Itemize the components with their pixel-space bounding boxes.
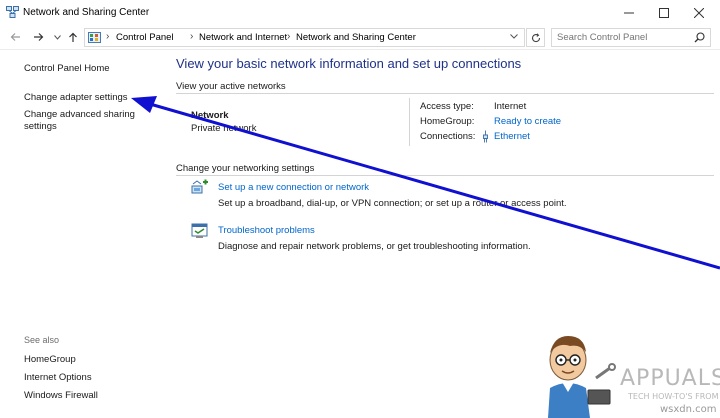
active-networks-heading: View your active networks xyxy=(176,81,286,92)
refresh-icon xyxy=(531,32,540,42)
chevron-down-icon xyxy=(510,34,518,39)
ethernet-link[interactable]: Ethernet xyxy=(494,131,530,142)
recent-locations-button[interactable] xyxy=(50,30,64,44)
address-row: › Control Panel › Network and Internet ›… xyxy=(0,25,720,50)
up-arrow-icon xyxy=(69,32,77,42)
network-type: Private network xyxy=(191,123,257,134)
troubleshoot-description: Diagnose and repair network problems, or… xyxy=(218,241,531,252)
address-box[interactable]: › Control Panel › Network and Internet ›… xyxy=(84,28,525,47)
connections-label: Connections: xyxy=(420,131,476,142)
section-divider xyxy=(176,93,714,94)
sidebar-item-homegroup[interactable]: HomeGroup xyxy=(24,354,76,366)
window-title: Network and Sharing Center xyxy=(23,7,150,18)
troubleshoot-icon xyxy=(191,223,208,238)
sidebar: Control Panel Home Change adapter settin… xyxy=(0,50,167,418)
minimize-icon xyxy=(624,12,634,13)
access-type-label: Access type: xyxy=(420,101,474,112)
setup-connection-description: Set up a broadband, dial-up, or VPN conn… xyxy=(218,198,567,209)
watermark-brand: APPUALS xyxy=(620,366,720,391)
back-arrow-icon xyxy=(10,33,20,41)
watermark-site: wsxdn.com xyxy=(660,404,717,415)
troubleshoot-link[interactable]: Troubleshoot problems xyxy=(218,225,315,236)
network-center-icon xyxy=(6,6,19,18)
chevron-down-icon xyxy=(53,34,61,40)
search-icon xyxy=(694,32,705,43)
breadcrumb-separator: › xyxy=(190,31,194,42)
sidebar-change-advanced-sharing[interactable]: Change advanced sharing settings xyxy=(24,109,144,133)
forward-button[interactable] xyxy=(31,30,45,44)
breadcrumb-separator: › xyxy=(287,31,291,42)
back-button[interactable] xyxy=(8,30,22,44)
close-button[interactable] xyxy=(676,0,720,25)
sidebar-item-internet-options[interactable]: Internet Options xyxy=(24,372,92,384)
access-type-value: Internet xyxy=(494,101,527,112)
setup-connection-link[interactable]: Set up a new connection or network xyxy=(218,182,369,193)
search-box[interactable] xyxy=(551,28,711,47)
network-info-divider xyxy=(409,98,410,146)
breadcrumb-network-internet[interactable]: Network and Internet xyxy=(199,32,287,43)
control-panel-icon xyxy=(88,32,101,43)
title-bar: Network and Sharing Center xyxy=(0,0,720,25)
maximize-icon xyxy=(659,7,669,18)
homegroup-label: HomeGroup: xyxy=(420,116,475,127)
breadcrumb-network-sharing-center[interactable]: Network and Sharing Center xyxy=(296,32,416,43)
new-connection-icon xyxy=(191,179,208,194)
breadcrumb-separator: › xyxy=(106,31,110,42)
search-input[interactable] xyxy=(557,31,687,44)
page-title: View your basic network information and … xyxy=(176,56,522,71)
watermark-tagline: TECH HOW-TO'S FROM xyxy=(628,392,719,401)
sidebar-control-panel-home[interactable]: Control Panel Home xyxy=(24,63,110,75)
sidebar-item-windows-firewall[interactable]: Windows Firewall xyxy=(24,390,98,402)
sidebar-change-adapter-settings[interactable]: Change adapter settings xyxy=(24,92,128,104)
see-also-label: See also xyxy=(24,335,60,345)
network-name: Network xyxy=(191,110,229,121)
address-dropdown-button[interactable] xyxy=(510,32,518,41)
forward-arrow-icon xyxy=(33,33,43,41)
ethernet-icon xyxy=(483,130,488,143)
close-icon xyxy=(694,7,704,18)
refresh-button[interactable] xyxy=(526,28,545,47)
up-button[interactable] xyxy=(66,30,80,44)
breadcrumb-control-panel[interactable]: Control Panel xyxy=(116,32,174,43)
section-divider xyxy=(176,175,714,176)
homegroup-link[interactable]: Ready to create xyxy=(494,116,561,127)
change-settings-heading: Change your networking settings xyxy=(176,163,315,174)
